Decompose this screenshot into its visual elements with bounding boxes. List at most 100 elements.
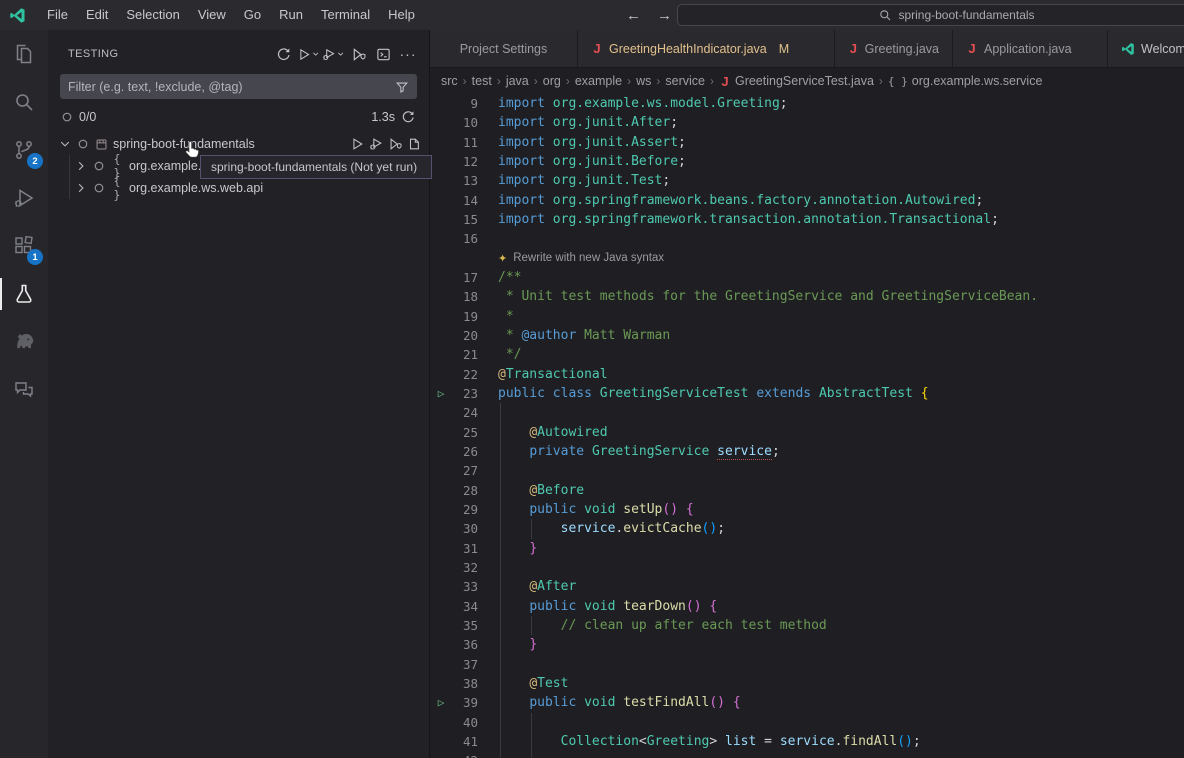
line-number[interactable]: 34 [452, 599, 478, 614]
code-text[interactable]: public void testFindAll() { [478, 695, 741, 710]
code-text[interactable]: * Unit test methods for the GreetingServ… [478, 289, 1038, 304]
activity-run-and-debug[interactable] [0, 174, 48, 222]
line-number[interactable]: 28 [452, 483, 478, 498]
tab-application[interactable]: J Application.java [953, 30, 1108, 67]
line-number[interactable]: 32 [452, 560, 478, 575]
more-actions-button[interactable]: ··· [397, 43, 419, 65]
run-test-gutter-icon[interactable]: ▷ [430, 387, 452, 400]
code-text[interactable]: * @author Matt Warman [478, 328, 670, 343]
line-number[interactable]: 17 [452, 270, 478, 285]
line-number[interactable]: 13 [452, 173, 478, 188]
code-text[interactable]: import org.example.ws.model.Greeting; [478, 96, 788, 111]
chevron-down-icon[interactable] [56, 135, 74, 153]
code-text[interactable]: @Transactional [478, 367, 608, 382]
breadcrumb-example[interactable]: example [574, 74, 623, 88]
run-test-gutter-icon[interactable]: ▷ [430, 696, 452, 709]
menu-run[interactable]: Run [270, 0, 312, 30]
line-number[interactable]: 25 [452, 425, 478, 440]
menu-terminal[interactable]: Terminal [312, 0, 379, 30]
debug-test-icon[interactable] [369, 137, 383, 151]
activity-gradle[interactable] [0, 318, 48, 366]
activity-testing[interactable] [0, 270, 48, 318]
rerun-last-icon[interactable] [401, 110, 415, 124]
tab-greetinghealthindicator[interactable]: J GreetingHealthIndicator.java M [578, 30, 835, 67]
code-text[interactable]: /** [478, 270, 521, 285]
code-text[interactable]: * [478, 309, 514, 324]
code-text[interactable]: */ [478, 347, 521, 362]
line-number[interactable]: 27 [452, 463, 478, 478]
run-test-icon[interactable] [350, 137, 364, 151]
navigate-forward-button[interactable]: → [657, 7, 672, 24]
line-number[interactable]: 18 [452, 289, 478, 304]
code-text[interactable]: import org.junit.Test; [478, 173, 670, 188]
run-with-coverage-button[interactable] [347, 43, 369, 65]
filter-icon[interactable] [395, 80, 409, 94]
test-item-org-example-ws-web-api[interactable]: { } org.example.ws.web.api [48, 177, 429, 199]
code-text[interactable]: private GreetingService service; [478, 444, 780, 459]
line-number[interactable]: 15 [452, 212, 478, 227]
line-number[interactable]: 16 [452, 231, 478, 246]
code-text[interactable]: Collection<Greeting> list = service.find… [478, 734, 921, 749]
code-text[interactable]: import org.springframework.transaction.a… [478, 212, 999, 227]
code-text[interactable]: import org.junit.Before; [478, 154, 686, 169]
inline-hint[interactable]: ✦Rewrite with new Java syntax [478, 252, 664, 265]
activity-explorer[interactable] [0, 30, 48, 78]
line-number[interactable]: 35 [452, 618, 478, 633]
breadcrumb-test[interactable]: test [471, 74, 493, 88]
line-number[interactable]: 21 [452, 347, 478, 362]
line-number[interactable]: 37 [452, 657, 478, 672]
line-number[interactable]: 39 [452, 695, 478, 710]
tab-project-settings[interactable]: Project Settings [430, 30, 578, 67]
code-text[interactable]: public void setUp() { [478, 502, 694, 517]
line-number[interactable]: 33 [452, 579, 478, 594]
code-text[interactable]: import org.junit.After; [478, 115, 678, 130]
activity-extensions[interactable]: 1 [0, 222, 48, 270]
code-text[interactable]: } [478, 541, 537, 556]
chevron-right-icon[interactable] [72, 179, 90, 197]
code-text[interactable]: @After [478, 579, 576, 594]
line-number[interactable]: 23 [452, 386, 478, 401]
line-number[interactable]: 9 [452, 96, 478, 111]
code-text[interactable]: service.evictCache(); [478, 521, 725, 536]
chevron-right-icon[interactable] [72, 157, 90, 175]
breadcrumb-service[interactable]: service [664, 74, 706, 88]
code-text[interactable]: @Autowired [478, 425, 608, 440]
line-number[interactable]: 20 [452, 328, 478, 343]
tab-greeting[interactable]: J Greeting.java [835, 30, 953, 67]
breadcrumb-java[interactable]: java [505, 74, 530, 88]
code-text[interactable]: import org.junit.Assert; [478, 135, 686, 150]
code-text[interactable]: public void tearDown() { [478, 599, 717, 614]
activity-source-control[interactable]: 2 [0, 126, 48, 174]
code-text[interactable]: public class GreetingServiceTest extends… [478, 386, 929, 401]
run-test-with-coverage-icon[interactable] [388, 137, 402, 151]
line-number[interactable]: 31 [452, 541, 478, 556]
breadcrumb-symbol[interactable]: { }org.example.ws.service [887, 74, 1043, 88]
breadcrumb-org[interactable]: org [542, 74, 562, 88]
navigate-back-button[interactable]: ← [626, 7, 641, 24]
menu-selection[interactable]: Selection [117, 0, 188, 30]
breadcrumb-file[interactable]: JGreetingServiceTest.java [718, 74, 875, 89]
line-number[interactable]: 19 [452, 309, 478, 324]
code-text[interactable]: @Test [478, 676, 568, 691]
menu-help[interactable]: Help [379, 0, 424, 30]
line-number[interactable]: 42 [452, 753, 478, 758]
code-text[interactable]: @Before [478, 483, 584, 498]
tab-welcome[interactable]: Welcome [1108, 30, 1184, 67]
line-number[interactable]: 24 [452, 405, 478, 420]
line-number[interactable]: 12 [452, 154, 478, 169]
line-number[interactable]: 36 [452, 637, 478, 652]
breadcrumb-src[interactable]: src [440, 74, 459, 88]
line-number[interactable]: 41 [452, 734, 478, 749]
breadcrumb-ws[interactable]: ws [635, 74, 652, 88]
line-number[interactable]: 22 [452, 367, 478, 382]
line-number[interactable]: 26 [452, 444, 478, 459]
menu-edit[interactable]: Edit [77, 0, 117, 30]
line-number[interactable]: 10 [452, 115, 478, 130]
go-to-test-icon[interactable] [407, 137, 421, 151]
test-item-spring-boot-fundamentals[interactable]: spring-boot-fundamentals [48, 133, 429, 155]
menu-file[interactable]: File [38, 0, 77, 30]
run-all-tests-button[interactable] [297, 43, 319, 65]
activity-search[interactable] [0, 78, 48, 126]
line-number[interactable]: 30 [452, 521, 478, 536]
code-text[interactable]: } [478, 637, 537, 652]
